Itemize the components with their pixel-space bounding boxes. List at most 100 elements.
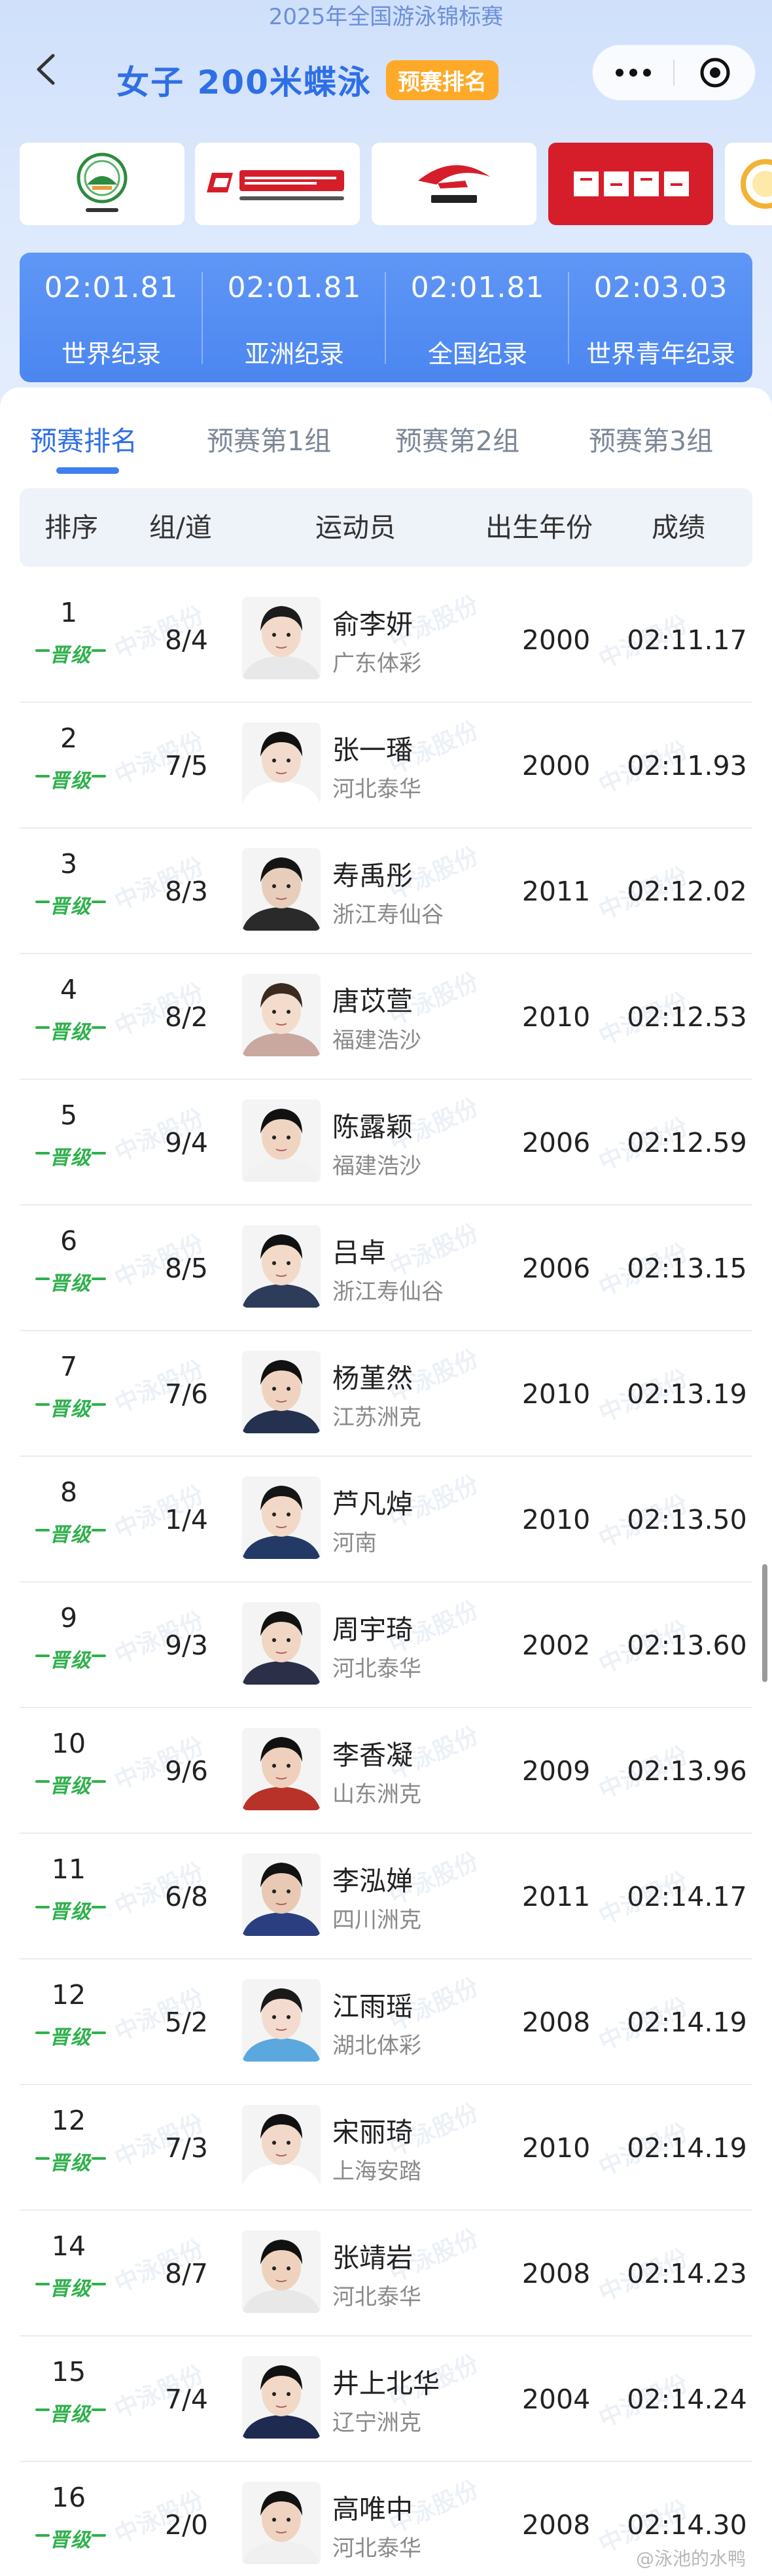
- table-row[interactable]: 中泳股份 中泳股份 中泳股份 9 晋级 9/3 周宇琦 河北泰华 2002 02…: [20, 1583, 752, 1708]
- lane-cell: 7/4: [165, 2384, 208, 2415]
- avatar[interactable]: [242, 723, 321, 805]
- avatar[interactable]: [242, 1602, 321, 1685]
- qualified-label: 晋级: [50, 2403, 92, 2426]
- qualified-badge: 晋级: [31, 640, 110, 667]
- athlete-team: 河北泰华: [332, 2284, 421, 2310]
- athlete-name[interactable]: 周宇琦: [332, 1607, 413, 1647]
- close-miniprogram-button[interactable]: [675, 45, 755, 100]
- wing-left-icon: [35, 1403, 50, 1406]
- scrollbar[interactable]: [762, 1564, 767, 1682]
- athlete-team: 四川洲克: [332, 1907, 421, 1933]
- table-row[interactable]: 中泳股份 中泳股份 中泳股份 4 晋级 8/2 唐苡萱 福建浩沙 2010 02…: [20, 954, 752, 1080]
- table-row[interactable]: 中泳股份 中泳股份 中泳股份 5 晋级 9/4 陈露颖 福建浩沙 2006 02…: [20, 1080, 752, 1206]
- tab-heat-1[interactable]: 预赛第1组: [207, 419, 331, 458]
- more-button[interactable]: [593, 45, 673, 100]
- athlete-name[interactable]: 芦凡焯: [332, 1482, 413, 1521]
- avatar[interactable]: [242, 2356, 321, 2439]
- athlete-name[interactable]: 陈露颖: [332, 1105, 413, 1144]
- avatar[interactable]: [242, 1476, 321, 1559]
- tab-heat-2[interactable]: 预赛第2组: [395, 419, 519, 458]
- wing-left-icon: [35, 2283, 50, 2285]
- qualified-badge: 晋级: [31, 2525, 110, 2552]
- tab-prelim-ranking[interactable]: 预赛排名: [30, 419, 137, 458]
- athlete-name[interactable]: 唐苡萱: [332, 979, 413, 1018]
- athlete-name[interactable]: 张一璠: [332, 728, 413, 767]
- rank-cell: 16: [51, 2482, 86, 2513]
- sponsor-logo-nongfu[interactable]: [548, 143, 713, 225]
- sponsor-logo-zhongyong[interactable]: [195, 143, 360, 225]
- athlete-team: 上海安踏: [332, 2158, 421, 2185]
- sponsor-logo-chanye[interactable]: [20, 143, 184, 225]
- table-row[interactable]: 中泳股份 中泳股份 中泳股份 2 晋级 7/5 张一璠 河北泰华 2000 02…: [20, 703, 752, 829]
- sponsor-logo-partial[interactable]: [725, 143, 772, 225]
- athlete-portrait-icon: [242, 1728, 321, 1810]
- lane-cell: 6/8: [165, 1881, 208, 1912]
- athlete-name[interactable]: 寿禹彤: [332, 853, 413, 893]
- qualified-label: 晋级: [50, 1901, 92, 1923]
- qualified-badge: 晋级: [31, 1143, 110, 1170]
- header-birth-year: 出生年份: [485, 512, 593, 543]
- athlete-name[interactable]: 井上北华: [332, 2361, 440, 2401]
- qualified-label: 晋级: [50, 1398, 92, 1421]
- record-world-junior: 02:03.03 世界青年纪录: [569, 253, 752, 382]
- wing-left-icon: [35, 2408, 50, 2411]
- rank-cell: 2: [60, 723, 78, 754]
- table-row[interactable]: 中泳股份 中泳股份 中泳股份 11 晋级 6/8 李泓婵 四川洲克 2011 0…: [20, 1834, 752, 1959]
- birth-year-cell: 2010: [521, 1001, 591, 1033]
- table-row[interactable]: 中泳股份 中泳股份 中泳股份 8 晋级 1/4 芦凡焯 河南 2010 02:1…: [20, 1457, 752, 1583]
- table-row[interactable]: 中泳股份 中泳股份 中泳股份 6 晋级 8/5 吕卓 浙江寿仙谷 2006 02…: [20, 1206, 752, 1331]
- athlete-team: 河北泰华: [332, 776, 421, 802]
- tab-heat-3[interactable]: 预赛第3组: [589, 419, 713, 458]
- athlete-team: 河北泰华: [332, 2535, 421, 2562]
- avatar[interactable]: [242, 1351, 321, 1433]
- wing-right-icon: [92, 1403, 106, 1406]
- avatar[interactable]: [242, 1853, 321, 1936]
- avatar[interactable]: [242, 1728, 321, 1810]
- record-time: 02:01.81: [44, 271, 179, 304]
- table-row[interactable]: 中泳股份 中泳股份 中泳股份 3 晋级 8/3 寿禹彤 浙江寿仙谷 2011 0…: [20, 829, 752, 954]
- qualified-badge: 晋级: [31, 1017, 110, 1044]
- avatar[interactable]: [242, 597, 321, 679]
- athlete-name[interactable]: 李香凝: [332, 1733, 413, 1772]
- avatar[interactable]: [242, 1225, 321, 1308]
- table-row[interactable]: 中泳股份 中泳股份 中泳股份 7 晋级 7/6 杨堇然 江苏洲克 2010 02…: [20, 1331, 752, 1457]
- athlete-name[interactable]: 江雨瑶: [332, 1984, 413, 2024]
- table-row[interactable]: 中泳股份 中泳股份 中泳股份 12 晋级 7/3 宋丽琦 上海安踏 2010 0…: [20, 2085, 752, 2211]
- table-row[interactable]: 中泳股份 中泳股份 中泳股份 10 晋级 9/6 李香凝 山东洲克 2009 0…: [20, 1708, 752, 1834]
- avatar[interactable]: [242, 1100, 321, 1182]
- qualified-label: 晋级: [50, 1524, 92, 1547]
- table-row[interactable]: 中泳股份 中泳股份 中泳股份 12 晋级 5/2 江雨瑶 湖北体彩 2008 0…: [20, 1959, 752, 2085]
- qualified-badge: 晋级: [31, 1520, 110, 1547]
- rank-cell: 12: [51, 2105, 86, 2136]
- athlete-name[interactable]: 吕卓: [332, 1230, 386, 1270]
- wing-left-icon: [35, 1026, 50, 1029]
- table-row[interactable]: 中泳股份 中泳股份 中泳股份 14 晋级 8/7 张靖岩 河北泰华 2008 0…: [20, 2211, 752, 2336]
- wing-right-icon: [92, 1780, 106, 1783]
- qualified-label: 晋级: [50, 1147, 92, 1170]
- athlete-name[interactable]: 李泓婵: [332, 1859, 413, 1898]
- avatar[interactable]: [242, 2482, 321, 2564]
- avatar[interactable]: [242, 1979, 321, 2062]
- qualified-badge: 晋级: [31, 1771, 110, 1798]
- athlete-team: 江苏洲克: [332, 1404, 421, 1431]
- wing-right-icon: [92, 1529, 106, 1531]
- avatar[interactable]: [242, 2105, 321, 2187]
- event-name: 2025年全国游泳锦标赛: [268, 4, 504, 30]
- wing-right-icon: [92, 2157, 106, 2160]
- avatar[interactable]: [242, 2230, 321, 2313]
- avatar[interactable]: [242, 848, 321, 931]
- athlete-name[interactable]: 俞李妍: [332, 602, 413, 641]
- lane-cell: 5/2: [165, 2007, 208, 2038]
- rank-cell: 11: [51, 1853, 86, 1885]
- record-label: 世界纪录: [61, 340, 161, 368]
- athlete-name[interactable]: 高唯中: [332, 2487, 413, 2526]
- avatar[interactable]: [242, 974, 321, 1056]
- lane-cell: 1/4: [165, 1504, 208, 1535]
- athlete-name[interactable]: 杨堇然: [332, 1356, 413, 1395]
- sponsor-logo-anta[interactable]: [372, 143, 536, 225]
- athlete-name[interactable]: 宋丽琦: [332, 2110, 413, 2149]
- athlete-name[interactable]: 张靖岩: [332, 2236, 413, 2275]
- table-row[interactable]: 中泳股份 中泳股份 中泳股份 1 晋级 8/4 俞李妍 广东体彩 2000 02…: [20, 577, 752, 703]
- table-row[interactable]: 中泳股份 中泳股份 中泳股份 15 晋级 7/4 井上北华 辽宁洲克 2004 …: [20, 2336, 752, 2462]
- lane-cell: 9/6: [165, 1755, 208, 1787]
